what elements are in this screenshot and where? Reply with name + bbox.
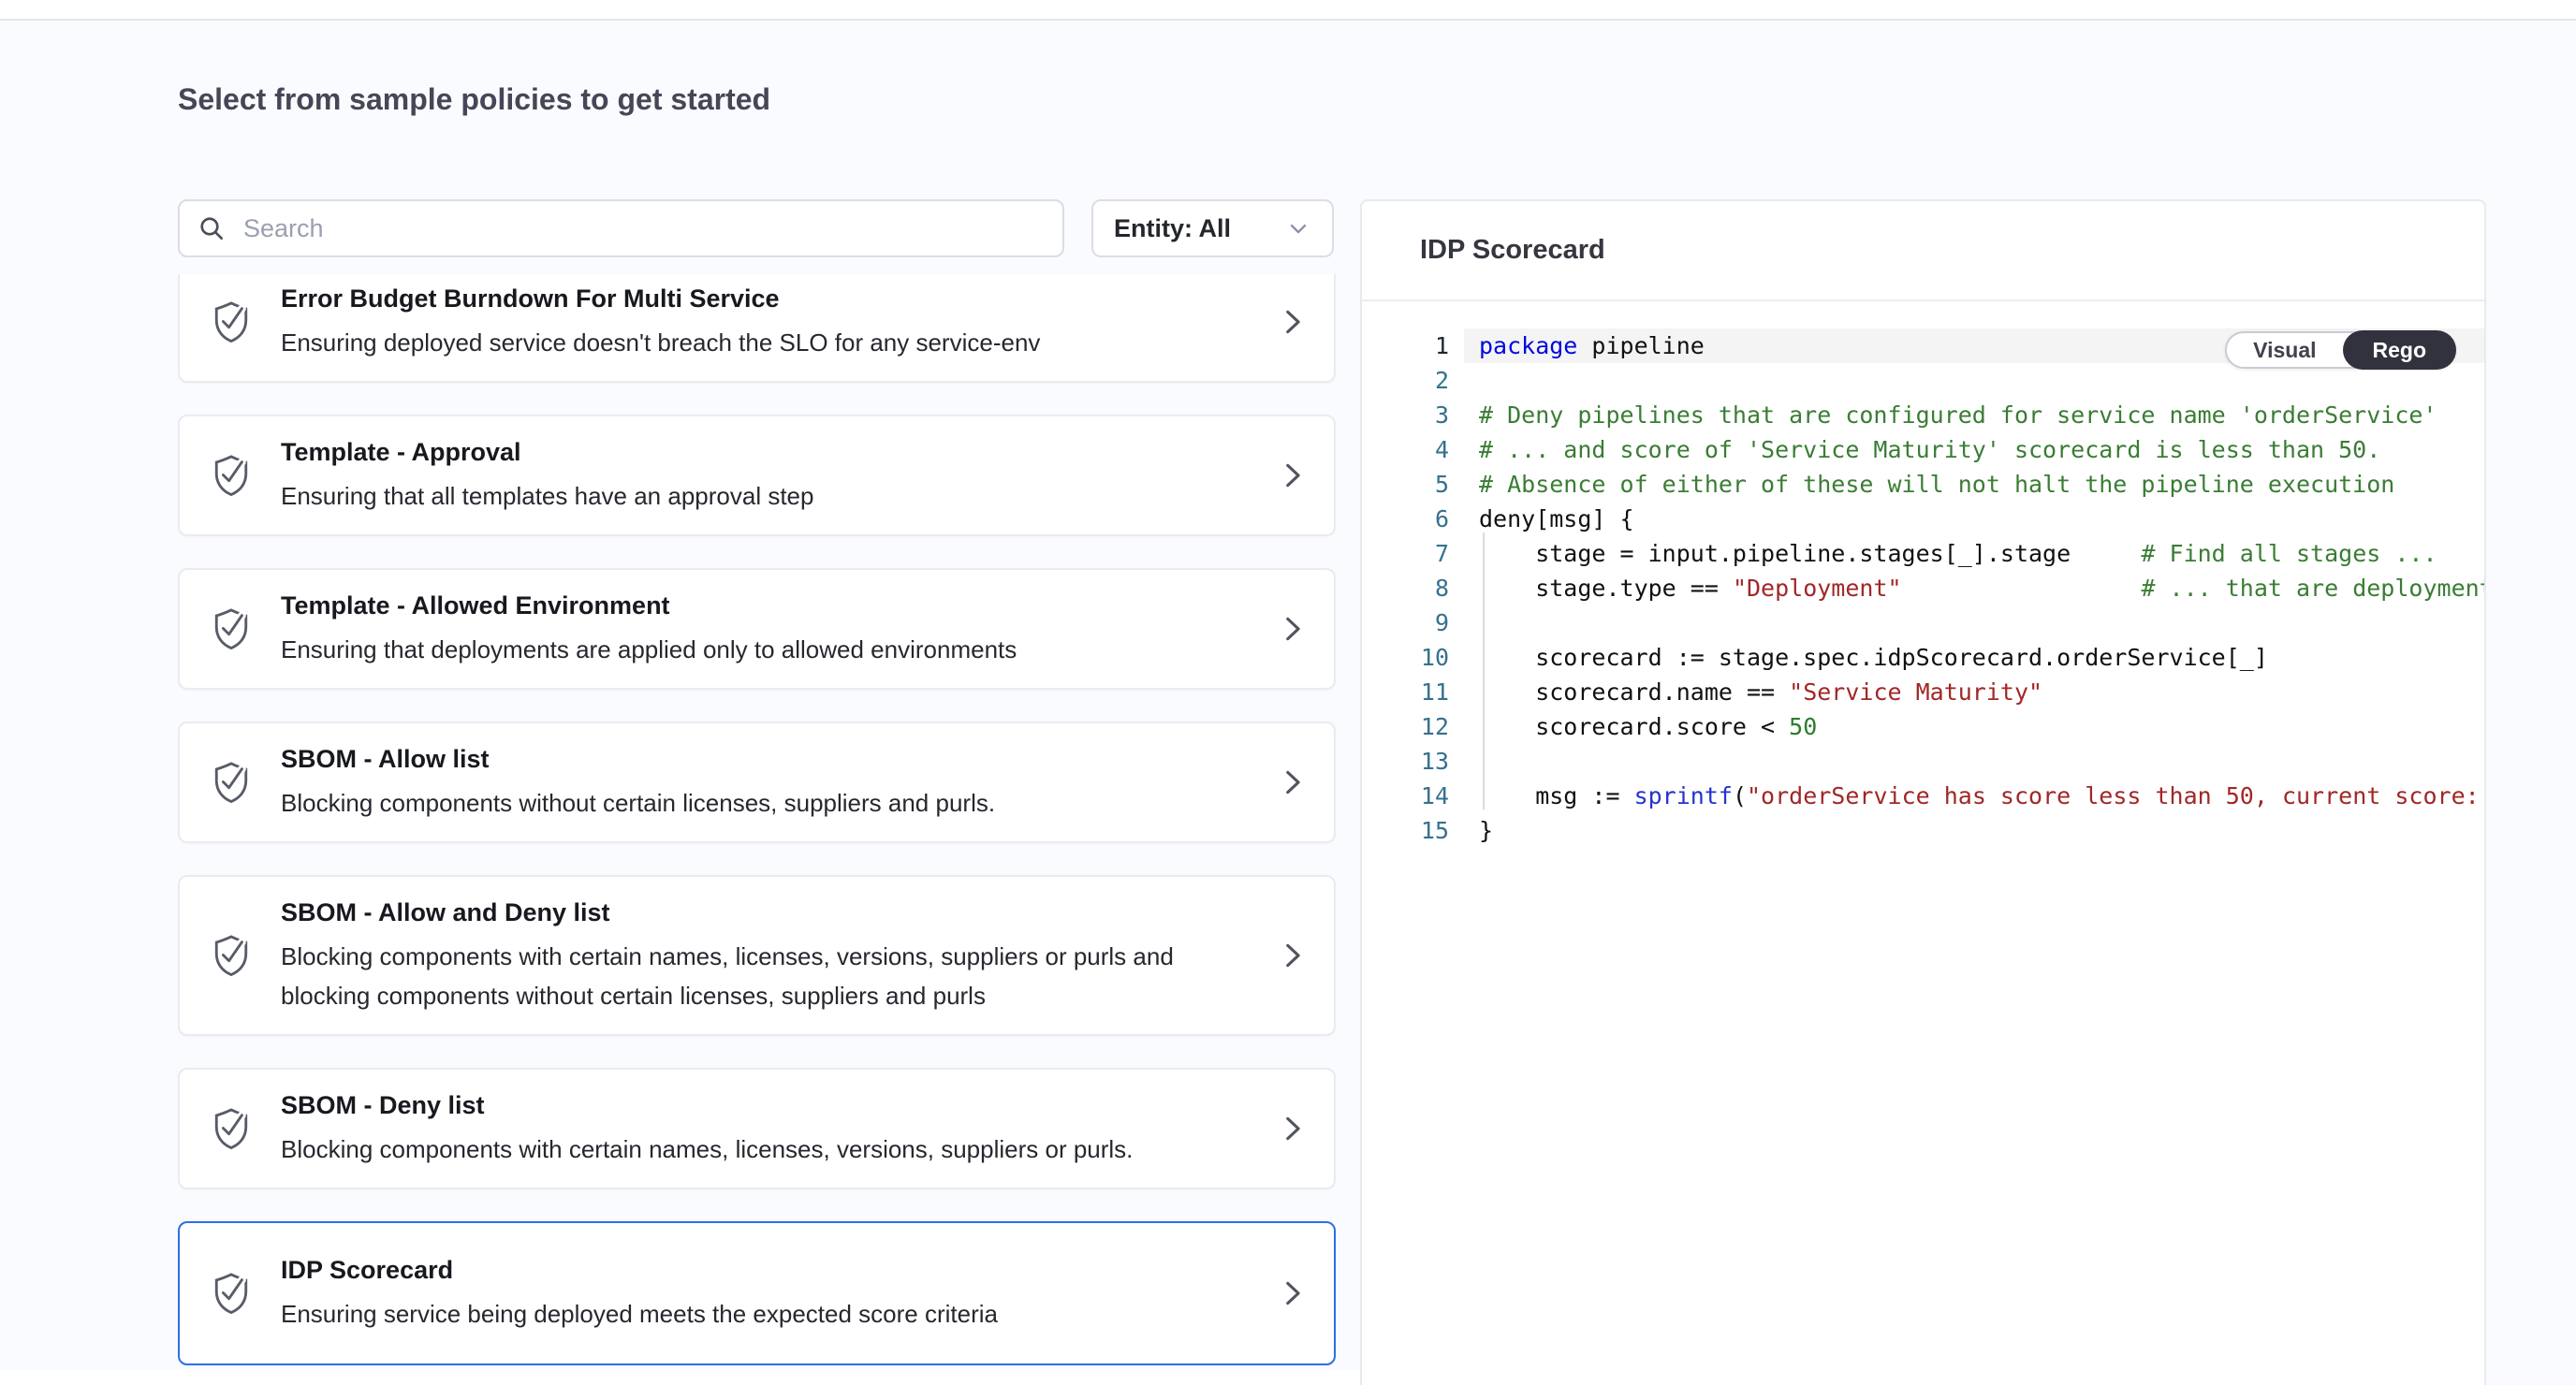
code-line: stage.type == "Deployment" # ... that ar… [1464, 571, 2484, 605]
code-line: stage = input.pipeline.stages[_].stage #… [1464, 536, 2484, 571]
line-number: 6 [1362, 502, 1449, 536]
chevron-down-icon [1285, 215, 1311, 241]
policy-description: Blocking components with certain names, … [281, 1130, 1179, 1169]
entity-filter-dropdown[interactable]: Entity: All [1091, 199, 1334, 257]
policy-card[interactable]: Template - Approval Ensuring that all tem… [178, 415, 1336, 536]
code-line: # Absence of either of these will not ha… [1464, 467, 2484, 502]
policy-card-selected[interactable]: IDP Scorecard Ensuring service being depl… [178, 1221, 1336, 1365]
line-number: 8 [1362, 571, 1449, 605]
policy-card[interactable]: SBOM - Allow and Deny list Blocking compo… [178, 875, 1336, 1036]
policy-description: Ensuring that deployments are applied on… [281, 630, 1179, 669]
search-input[interactable] [242, 213, 1046, 244]
policy-title: Template - Approval [281, 435, 1240, 469]
policy-card[interactable]: Template - Allowed Environment Ensuring t… [178, 568, 1336, 690]
code-line: } [1464, 813, 2484, 848]
chevron-right-icon[interactable] [1276, 613, 1308, 645]
policy-detail-panel: IDP Scorecard 123456789101112131415 pack… [1360, 199, 2486, 1385]
detail-title: IDP Scorecard [1420, 235, 1605, 266]
chevron-right-icon[interactable] [1276, 940, 1308, 971]
shield-check-icon [212, 1105, 251, 1152]
policy-text: Template - Approval Ensuring that all tem… [281, 435, 1240, 516]
chevron-right-icon[interactable] [1276, 766, 1308, 798]
policy-title: Error Budget Burndown For Multi Service [281, 282, 1240, 315]
code-line: scorecard := stage.spec.idpScorecard.ord… [1464, 640, 2484, 675]
policy-title: Template - Allowed Environment [281, 589, 1240, 622]
policy-description: Blocking components without certain lice… [281, 783, 1179, 823]
line-number: 12 [1362, 709, 1449, 744]
policy-description: Ensuring service being deployed meets th… [281, 1294, 1179, 1334]
policy-description: Ensuring deployed service doesn't breach… [281, 323, 1179, 362]
policy-title: SBOM - Allow list [281, 742, 1240, 776]
line-number: 2 [1362, 363, 1449, 398]
search-icon [197, 213, 227, 243]
line-number: 15 [1362, 813, 1449, 848]
policy-description: Blocking components with certain names, … [281, 937, 1179, 1015]
line-number: 14 [1362, 779, 1449, 813]
line-number: 7 [1362, 536, 1449, 571]
code-line: # Deny pipelines that are configured for… [1464, 398, 2484, 432]
policy-card[interactable]: SBOM - Deny list Blocking components with… [178, 1068, 1336, 1189]
policy-card[interactable]: Error Budget Burndown For Multi Service E… [178, 274, 1336, 383]
line-number: 10 [1362, 640, 1449, 675]
chevron-right-icon[interactable] [1276, 459, 1308, 491]
detail-header: IDP Scorecard [1362, 201, 2484, 301]
policy-description: Ensuring that all templates have an appr… [281, 476, 1179, 516]
shield-check-icon [212, 452, 251, 499]
line-number: 4 [1362, 432, 1449, 467]
indent-guide [1483, 532, 1485, 809]
shield-check-icon [212, 932, 251, 979]
policy-title: IDP Scorecard [281, 1253, 1240, 1287]
policy-text: SBOM - Allow and Deny list Blocking compo… [281, 896, 1240, 1015]
code-gutter: 123456789101112131415 [1362, 328, 1464, 848]
code-line: # ... and score of 'Service Maturity' sc… [1464, 432, 2484, 467]
policy-text: SBOM - Allow list Blocking components wit… [281, 742, 1240, 823]
policy-samples-screen: Select from sample policies to get start… [0, 0, 2576, 1385]
shield-check-icon [212, 759, 251, 806]
chevron-right-icon[interactable] [1276, 306, 1308, 338]
top-bar [0, 0, 2576, 21]
entity-filter-label: Entity: All [1114, 214, 1231, 243]
policy-list: Error Budget Burndown For Multi Service E… [178, 274, 1336, 1370]
chevron-right-icon[interactable] [1276, 1113, 1308, 1144]
policy-text: Template - Allowed Environment Ensuring t… [281, 589, 1240, 669]
code-line [1464, 744, 2484, 779]
view-mode-toggle[interactable]: Visual Rego [2225, 331, 2456, 369]
bottom-strip [0, 1370, 1360, 1385]
policy-card[interactable]: SBOM - Allow list Blocking components wit… [178, 722, 1336, 843]
code-line: msg := sprintf("orderService has score l… [1464, 779, 2484, 813]
page-title: Select from sample policies to get start… [178, 82, 770, 117]
line-number: 9 [1362, 605, 1449, 640]
line-number: 11 [1362, 675, 1449, 709]
rego-toggle-button[interactable]: Rego [2343, 330, 2457, 370]
code-content: package pipeline# Deny pipelines that ar… [1464, 328, 2484, 848]
policy-title: SBOM - Allow and Deny list [281, 896, 1240, 929]
shield-check-icon [212, 605, 251, 652]
code-line [1464, 605, 2484, 640]
visual-toggle-button[interactable]: Visual [2227, 333, 2342, 367]
chevron-right-icon[interactable] [1276, 1277, 1308, 1309]
rego-code-editor[interactable]: 123456789101112131415 package pipeline# … [1362, 301, 2484, 848]
code-line: deny[msg] { [1464, 502, 2484, 536]
line-number: 5 [1362, 467, 1449, 502]
policy-text: Error Budget Burndown For Multi Service E… [281, 282, 1240, 362]
line-number: 13 [1362, 744, 1449, 779]
policy-title: SBOM - Deny list [281, 1088, 1240, 1122]
search-box[interactable] [178, 199, 1064, 257]
line-number: 1 [1362, 328, 1449, 363]
code-line: scorecard.score < 50 [1464, 709, 2484, 744]
policy-text: SBOM - Deny list Blocking components with… [281, 1088, 1240, 1169]
shield-check-icon [212, 299, 251, 345]
line-number: 3 [1362, 398, 1449, 432]
code-line: scorecard.name == "Service Maturity" [1464, 675, 2484, 709]
policy-text: IDP Scorecard Ensuring service being depl… [281, 1253, 1240, 1334]
shield-check-icon [212, 1270, 251, 1317]
